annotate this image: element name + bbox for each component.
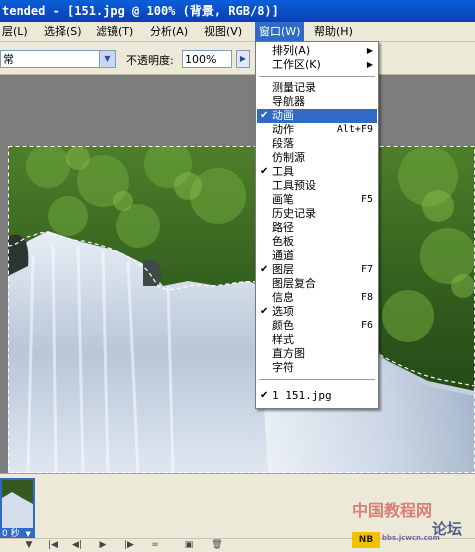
shortcut-label: F6 — [360, 320, 373, 331]
next-frame-icon[interactable]: |▶ — [120, 540, 138, 551]
item-label: 历史记录 — [272, 207, 316, 220]
check-icon: ✔ — [260, 264, 269, 275]
item-label: 导航器 — [272, 95, 305, 108]
menu-item-measurement-log[interactable]: 测量记录 — [257, 81, 377, 95]
menu-item-info[interactable]: 信息 F8 — [257, 291, 377, 305]
first-frame-icon[interactable]: |◀ — [44, 540, 62, 551]
frame-thumbnail — [2, 480, 33, 528]
item-label: 通道 — [272, 249, 294, 262]
watermark-text: 中国教程网 — [352, 501, 433, 520]
menu-item-tools[interactable]: ✔ 工具 — [257, 165, 377, 179]
item-label: 路径 — [272, 221, 294, 234]
shortcut-label: F7 — [360, 264, 373, 275]
menu-item-tool-presets[interactable]: 工具预设 — [257, 179, 377, 193]
menu-item-swatches[interactable]: 色板 — [257, 235, 377, 249]
menu-item-layer-comps[interactable]: 图层复合 — [257, 277, 377, 291]
item-label: 字符 — [272, 361, 294, 374]
menu-item-actions[interactable]: 动作 Alt+F9 — [257, 123, 377, 137]
item-label: 图层 — [272, 263, 294, 276]
item-label: 工具预设 — [272, 179, 316, 192]
menu-item-styles[interactable]: 样式 — [257, 333, 377, 347]
window-menu-dropdown: 排列(A) ▶ 工作区(K) ▶ 测量记录 导航器 ✔ 动画 动作 Alt+F9… — [255, 41, 379, 409]
shortcut-label: F8 — [360, 292, 373, 303]
check-icon: ✔ — [260, 110, 269, 121]
item-label: 画笔 — [272, 193, 294, 206]
item-label: 图层复合 — [272, 277, 316, 290]
menu-divider — [259, 379, 375, 380]
window-title: tended - [151.jpg @ 100% (背景, RGB/8)] — [0, 0, 475, 22]
animation-frame-1[interactable] — [0, 478, 35, 530]
delete-frame-icon[interactable]: 🗑 — [208, 540, 226, 551]
menu-item-layers[interactable]: ✔ 图层 F7 — [257, 263, 377, 277]
item-label: 信息 — [272, 291, 294, 304]
photo-image — [8, 146, 475, 473]
submenu-arrow-icon: ▶ — [366, 60, 373, 69]
previous-frame-icon[interactable]: ◀| — [68, 540, 86, 551]
opacity-label: 不透明度: — [126, 54, 174, 67]
blend-mode-select[interactable]: 常 ▼ — [0, 50, 116, 68]
menu-item-animation[interactable]: ✔ 动画 — [257, 109, 377, 123]
opacity-input[interactable]: 100% — [182, 50, 232, 68]
submenu-arrow-icon: ▶ — [366, 46, 373, 55]
menu-item-clone-source[interactable]: 仿制源 — [257, 151, 377, 165]
check-icon: ✔ — [260, 166, 269, 177]
menu-window[interactable]: 窗口(W) — [255, 22, 305, 41]
item-label: 选项 — [272, 305, 294, 318]
item-label: 工作区(K) — [272, 58, 321, 71]
menu-item-arrange[interactable]: 排列(A) ▶ — [257, 44, 377, 58]
item-label: 仿制源 — [272, 151, 305, 164]
check-icon: ✔ — [260, 390, 269, 401]
menu-item-history[interactable]: 历史记录 — [257, 207, 377, 221]
item-label: 颜色 — [272, 319, 294, 332]
item-label: 色板 — [272, 235, 294, 248]
menu-item-color[interactable]: 颜色 F6 — [257, 319, 377, 333]
options-bar: 常 ▼ 不透明度: 100% ▶ — [0, 42, 475, 75]
item-label: 排列(A) — [272, 44, 311, 57]
tween-icon[interactable]: ∞ — [146, 540, 164, 551]
shortcut-label: F5 — [360, 194, 373, 205]
chevron-down-icon: ▼ — [25, 530, 31, 538]
menu-item-channels[interactable]: 通道 — [257, 249, 377, 263]
menu-analysis[interactable]: 分析(A) — [146, 22, 192, 41]
play-icon[interactable]: ▶ — [94, 540, 112, 551]
item-label: 动作 — [272, 123, 294, 136]
menu-item-histogram[interactable]: 直方图 — [257, 347, 377, 361]
duplicate-frame-icon[interactable]: ▣ — [180, 540, 198, 551]
menu-item-options[interactable]: ✔ 选项 — [257, 305, 377, 319]
menu-divider — [259, 76, 375, 77]
item-label: 样式 — [272, 333, 294, 346]
menu-item-workspace[interactable]: 工作区(K) ▶ — [257, 58, 377, 72]
item-label: 1 151.jpg — [272, 389, 332, 402]
item-label: 段落 — [272, 137, 294, 150]
item-label: 动画 — [272, 109, 294, 122]
check-icon: ✔ — [260, 306, 269, 317]
opacity-dropdown-button[interactable]: ▶ — [236, 50, 250, 68]
watermark-logo: NB — [352, 532, 380, 548]
menu-bar: 层(L) 选择(S) 滤镜(T) 分析(A) 视图(V) 窗口(W) 帮助(H) — [0, 22, 475, 42]
opacity-value: 100% — [185, 53, 217, 66]
menu-filter[interactable]: 滤镜(T) — [92, 22, 137, 41]
menu-item-brushes[interactable]: 画笔 F5 — [257, 193, 377, 207]
menu-item-paragraph[interactable]: 段落 — [257, 137, 377, 151]
menu-view[interactable]: 视图(V) — [200, 22, 246, 41]
chevron-down-icon[interactable]: ▼ — [99, 51, 115, 67]
waterfall-photo[interactable] — [8, 146, 475, 473]
menu-item-open-document[interactable]: ✔ 1 151.jpg — [257, 389, 377, 403]
menu-item-navigator[interactable]: 导航器 — [257, 95, 377, 109]
item-label: 工具 — [272, 165, 294, 178]
loop-select[interactable]: ▼ — [20, 540, 38, 551]
menu-layer[interactable]: 层(L) — [0, 22, 32, 41]
blend-mode-value: 常 — [3, 53, 14, 66]
menu-select[interactable]: 选择(S) — [40, 22, 86, 41]
watermark-brand: 论坛 — [432, 520, 463, 538]
item-label: 直方图 — [272, 347, 305, 360]
menu-item-paths[interactable]: 路径 — [257, 221, 377, 235]
shortcut-label: Alt+F9 — [336, 124, 373, 135]
item-label: 测量记录 — [272, 81, 316, 94]
menu-item-character[interactable]: 字符 — [257, 361, 377, 375]
menu-help[interactable]: 帮助(H) — [310, 22, 357, 41]
